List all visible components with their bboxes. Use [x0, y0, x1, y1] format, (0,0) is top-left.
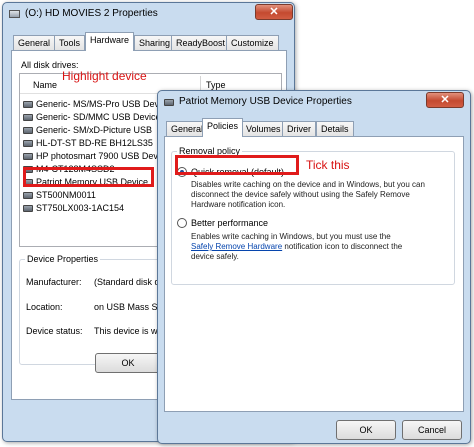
usb-device-icon — [164, 98, 174, 106]
better-performance-option[interactable]: Better performance — [177, 218, 268, 228]
disk-icon — [23, 153, 33, 160]
device-status-value: This device is wo — [94, 326, 163, 336]
tick-this-box — [175, 155, 299, 175]
tick-this-annotation: Tick this — [306, 158, 350, 172]
tab-sharing[interactable]: Sharing — [134, 35, 176, 51]
cancel-button[interactable]: Cancel — [402, 420, 462, 440]
list-item[interactable]: ST500NM0011 — [23, 189, 96, 202]
tab-policies[interactable]: Policies — [202, 118, 244, 137]
tab-readyboost[interactable]: ReadyBoost — [171, 35, 231, 51]
device-status-label: Device status: — [26, 326, 83, 336]
highlight-device-annotation: Highlight device — [62, 69, 147, 83]
tab-hardware[interactable]: Hardware — [85, 32, 135, 51]
tab-tools[interactable]: Tools — [54, 35, 86, 51]
policies-panel: Removal policy Quick removal (default) D… — [164, 136, 464, 412]
manufacturer-label: Manufacturer: — [26, 277, 82, 287]
tab-customize[interactable]: Customize — [226, 35, 279, 51]
manufacturer-value: (Standard disk dr — [94, 277, 163, 287]
usb-device-properties-title: Patriot Memory USB Device Properties — [179, 96, 352, 107]
better-performance-radio[interactable] — [177, 218, 187, 228]
safely-remove-hardware-link[interactable]: Safely Remove Hardware — [191, 242, 282, 251]
disk-properties-titlebar[interactable]: (O:) HD MOVIES 2 Properties — [9, 3, 158, 25]
list-item[interactable]: HP photosmart 7900 USB Device — [23, 150, 169, 163]
column-header-type[interactable]: Type — [206, 80, 226, 90]
disk-properties-title: (O:) HD MOVIES 2 Properties — [25, 8, 158, 19]
tab-volumes[interactable]: Volumes — [241, 121, 286, 137]
better-performance-label[interactable]: Better performance — [191, 218, 268, 228]
list-item[interactable]: Generic- SD/MMC USB Device — [23, 111, 161, 124]
disk-icon — [23, 101, 33, 108]
drive-icon — [9, 10, 20, 18]
ok-button[interactable]: OK — [95, 353, 161, 373]
disk-icon — [23, 205, 33, 212]
better-performance-desc: device safely. — [191, 252, 239, 261]
highlight-device-box — [23, 167, 154, 187]
disk-icon — [23, 127, 33, 134]
list-item[interactable]: HL-DT-ST BD-RE BH12LS35 — [23, 137, 153, 150]
tab-details[interactable]: Details — [316, 121, 354, 137]
usb-device-properties-titlebar[interactable]: Patriot Memory USB Device Properties — [164, 91, 352, 113]
list-item[interactable]: Generic- SM/xD-Picture USB — [23, 124, 152, 137]
column-header-name[interactable]: Name — [33, 80, 57, 90]
optical-drive-icon — [23, 140, 33, 147]
better-performance-desc: Enables write caching in Windows, but yo… — [191, 232, 391, 241]
ok-button[interactable]: OK — [336, 420, 396, 440]
better-performance-desc: Safely Remove Hardware notification icon… — [191, 242, 403, 251]
quick-removal-desc: Disables write caching on the device and… — [191, 180, 425, 189]
tab-general[interactable]: General — [13, 35, 56, 51]
location-value: on USB Mass St — [94, 302, 161, 312]
location-label: Location: — [26, 302, 63, 312]
disk-icon — [23, 192, 33, 199]
quick-removal-desc: disconnect the device safely without usi… — [191, 190, 410, 199]
close-button[interactable]: ✕ — [426, 92, 464, 108]
list-item[interactable]: Generic- MS/MS-Pro USB Device — [23, 98, 171, 111]
device-properties-label: Device Properties — [25, 254, 101, 264]
list-item[interactable]: ST750LX003-1AC154 — [23, 202, 124, 215]
quick-removal-desc: Hardware notification icon. — [191, 200, 286, 209]
close-button[interactable]: ✕ — [255, 4, 293, 20]
usb-device-properties-window: Patriot Memory USB Device Properties ✕ G… — [157, 90, 471, 444]
disk-icon — [23, 114, 33, 121]
tab-driver[interactable]: Driver — [282, 121, 316, 137]
